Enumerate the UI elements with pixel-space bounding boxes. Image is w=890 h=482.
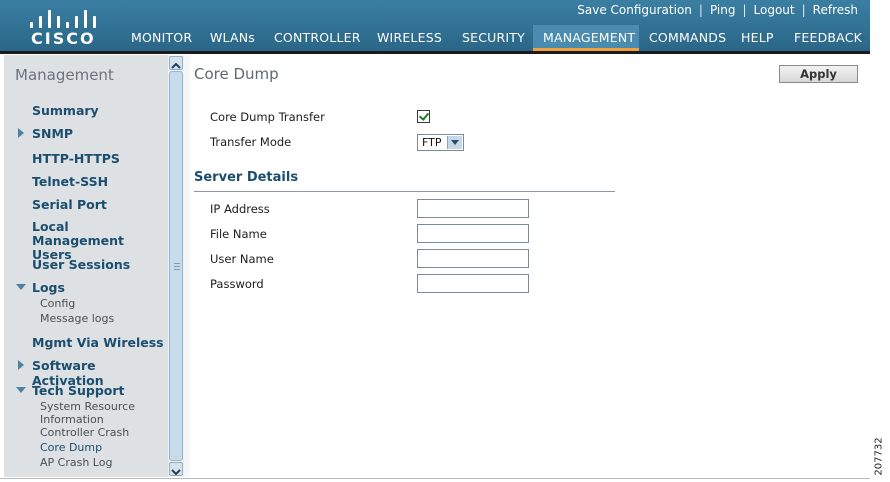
sidebar: Management Summary SNMP HTTP-HTTPS Telne… [4,55,168,477]
sidebar-subitem-ap-crash-log[interactable]: AP Crash Log [40,456,112,469]
chevron-down-icon [171,469,181,476]
transfer-mode-select[interactable]: FTP [417,134,464,151]
nav-wireless[interactable]: WIRELESS [377,30,442,45]
file-name-label: File Name [210,227,267,241]
nav-feedback[interactable]: FEEDBACK [794,30,862,45]
server-details-title: Server Details [194,170,299,185]
top-links: Save Configuration | Ping | Logout | Refresh [577,3,858,17]
sidebar-subitem-core-dump[interactable]: Core Dump [40,441,102,454]
page-title: Core Dump [194,65,279,83]
save-configuration-link[interactable]: Save Configuration [577,3,692,17]
sidebar-item-tech-support[interactable]: Tech Support [32,383,125,398]
scroll-up-button[interactable] [169,56,183,70]
figure-number: 207732 [874,437,888,479]
sidebar-item-user-sessions[interactable]: User Sessions [32,257,130,272]
sidebar-subitem-controller-crash[interactable]: Controller Crash [40,426,129,439]
expand-down-icon[interactable] [16,284,26,290]
cisco-bars-icon [28,6,100,28]
transfer-mode-value: FTP [422,136,442,149]
nav-management[interactable]: MANAGEMENT [543,30,635,45]
section-divider [194,191,615,192]
sidebar-item-summary[interactable]: Summary [32,103,99,118]
content-gutter [184,55,190,477]
bottom-border [0,478,870,479]
sidebar-item-local-management-users[interactable]: Local Management Users [32,220,164,262]
nav-controller[interactable]: CONTROLLER [274,30,361,45]
expand-down-icon[interactable] [16,387,26,393]
nav-help[interactable]: HELP [741,30,774,45]
sidebar-item-snmp[interactable]: SNMP [32,126,73,141]
sidebar-subitem-message-logs[interactable]: Message logs [40,312,114,325]
transfer-mode-label: Transfer Mode [210,135,292,149]
sidebar-item-telnet-ssh[interactable]: Telnet-SSH [32,174,108,189]
scroll-thumb[interactable] [169,71,183,461]
user-name-label: User Name [210,252,274,266]
sidebar-item-http-https[interactable]: HTTP-HTTPS [32,151,120,166]
ip-address-input[interactable] [417,199,529,218]
password-label: Password [210,277,264,291]
core-dump-transfer-label: Core Dump Transfer [210,110,325,124]
logout-link[interactable]: Logout [754,3,795,17]
figure-number-text: 207732 [873,437,885,476]
sidebar-item-mgmt-via-wireless[interactable]: Mgmt Via Wireless [32,335,164,350]
sidebar-subitem-system-resource-information[interactable]: System Resource Information [40,400,150,426]
refresh-link[interactable]: Refresh [813,3,858,17]
ip-address-label: IP Address [210,202,270,216]
sidebar-title: Management [15,66,114,84]
expand-right-icon[interactable] [18,128,24,138]
main-nav: MONITOR WLANs CONTROLLER WIRELESS SECURI… [0,28,870,50]
ping-link[interactable]: Ping [710,3,736,17]
nav-commands[interactable]: COMMANDS [649,30,726,45]
user-name-input[interactable] [417,249,529,268]
chevron-down-icon [447,136,462,149]
nav-security[interactable]: SECURITY [462,30,525,45]
nav-wlans[interactable]: WLANs [210,30,255,45]
sidebar-subitem-config[interactable]: Config [40,297,75,310]
expand-right-icon[interactable] [18,360,24,370]
core-dump-transfer-checkbox[interactable] [417,110,430,123]
password-input[interactable] [417,274,529,293]
nav-monitor[interactable]: MONITOR [131,30,192,45]
apply-button[interactable]: Apply [779,65,858,83]
file-name-input[interactable] [417,224,529,243]
sidebar-scrollbar[interactable] [168,55,184,477]
header-divider [0,51,870,54]
scroll-down-button[interactable] [169,462,183,476]
sidebar-item-logs[interactable]: Logs [32,280,65,295]
sidebar-item-serial-port[interactable]: Serial Port [32,197,107,212]
